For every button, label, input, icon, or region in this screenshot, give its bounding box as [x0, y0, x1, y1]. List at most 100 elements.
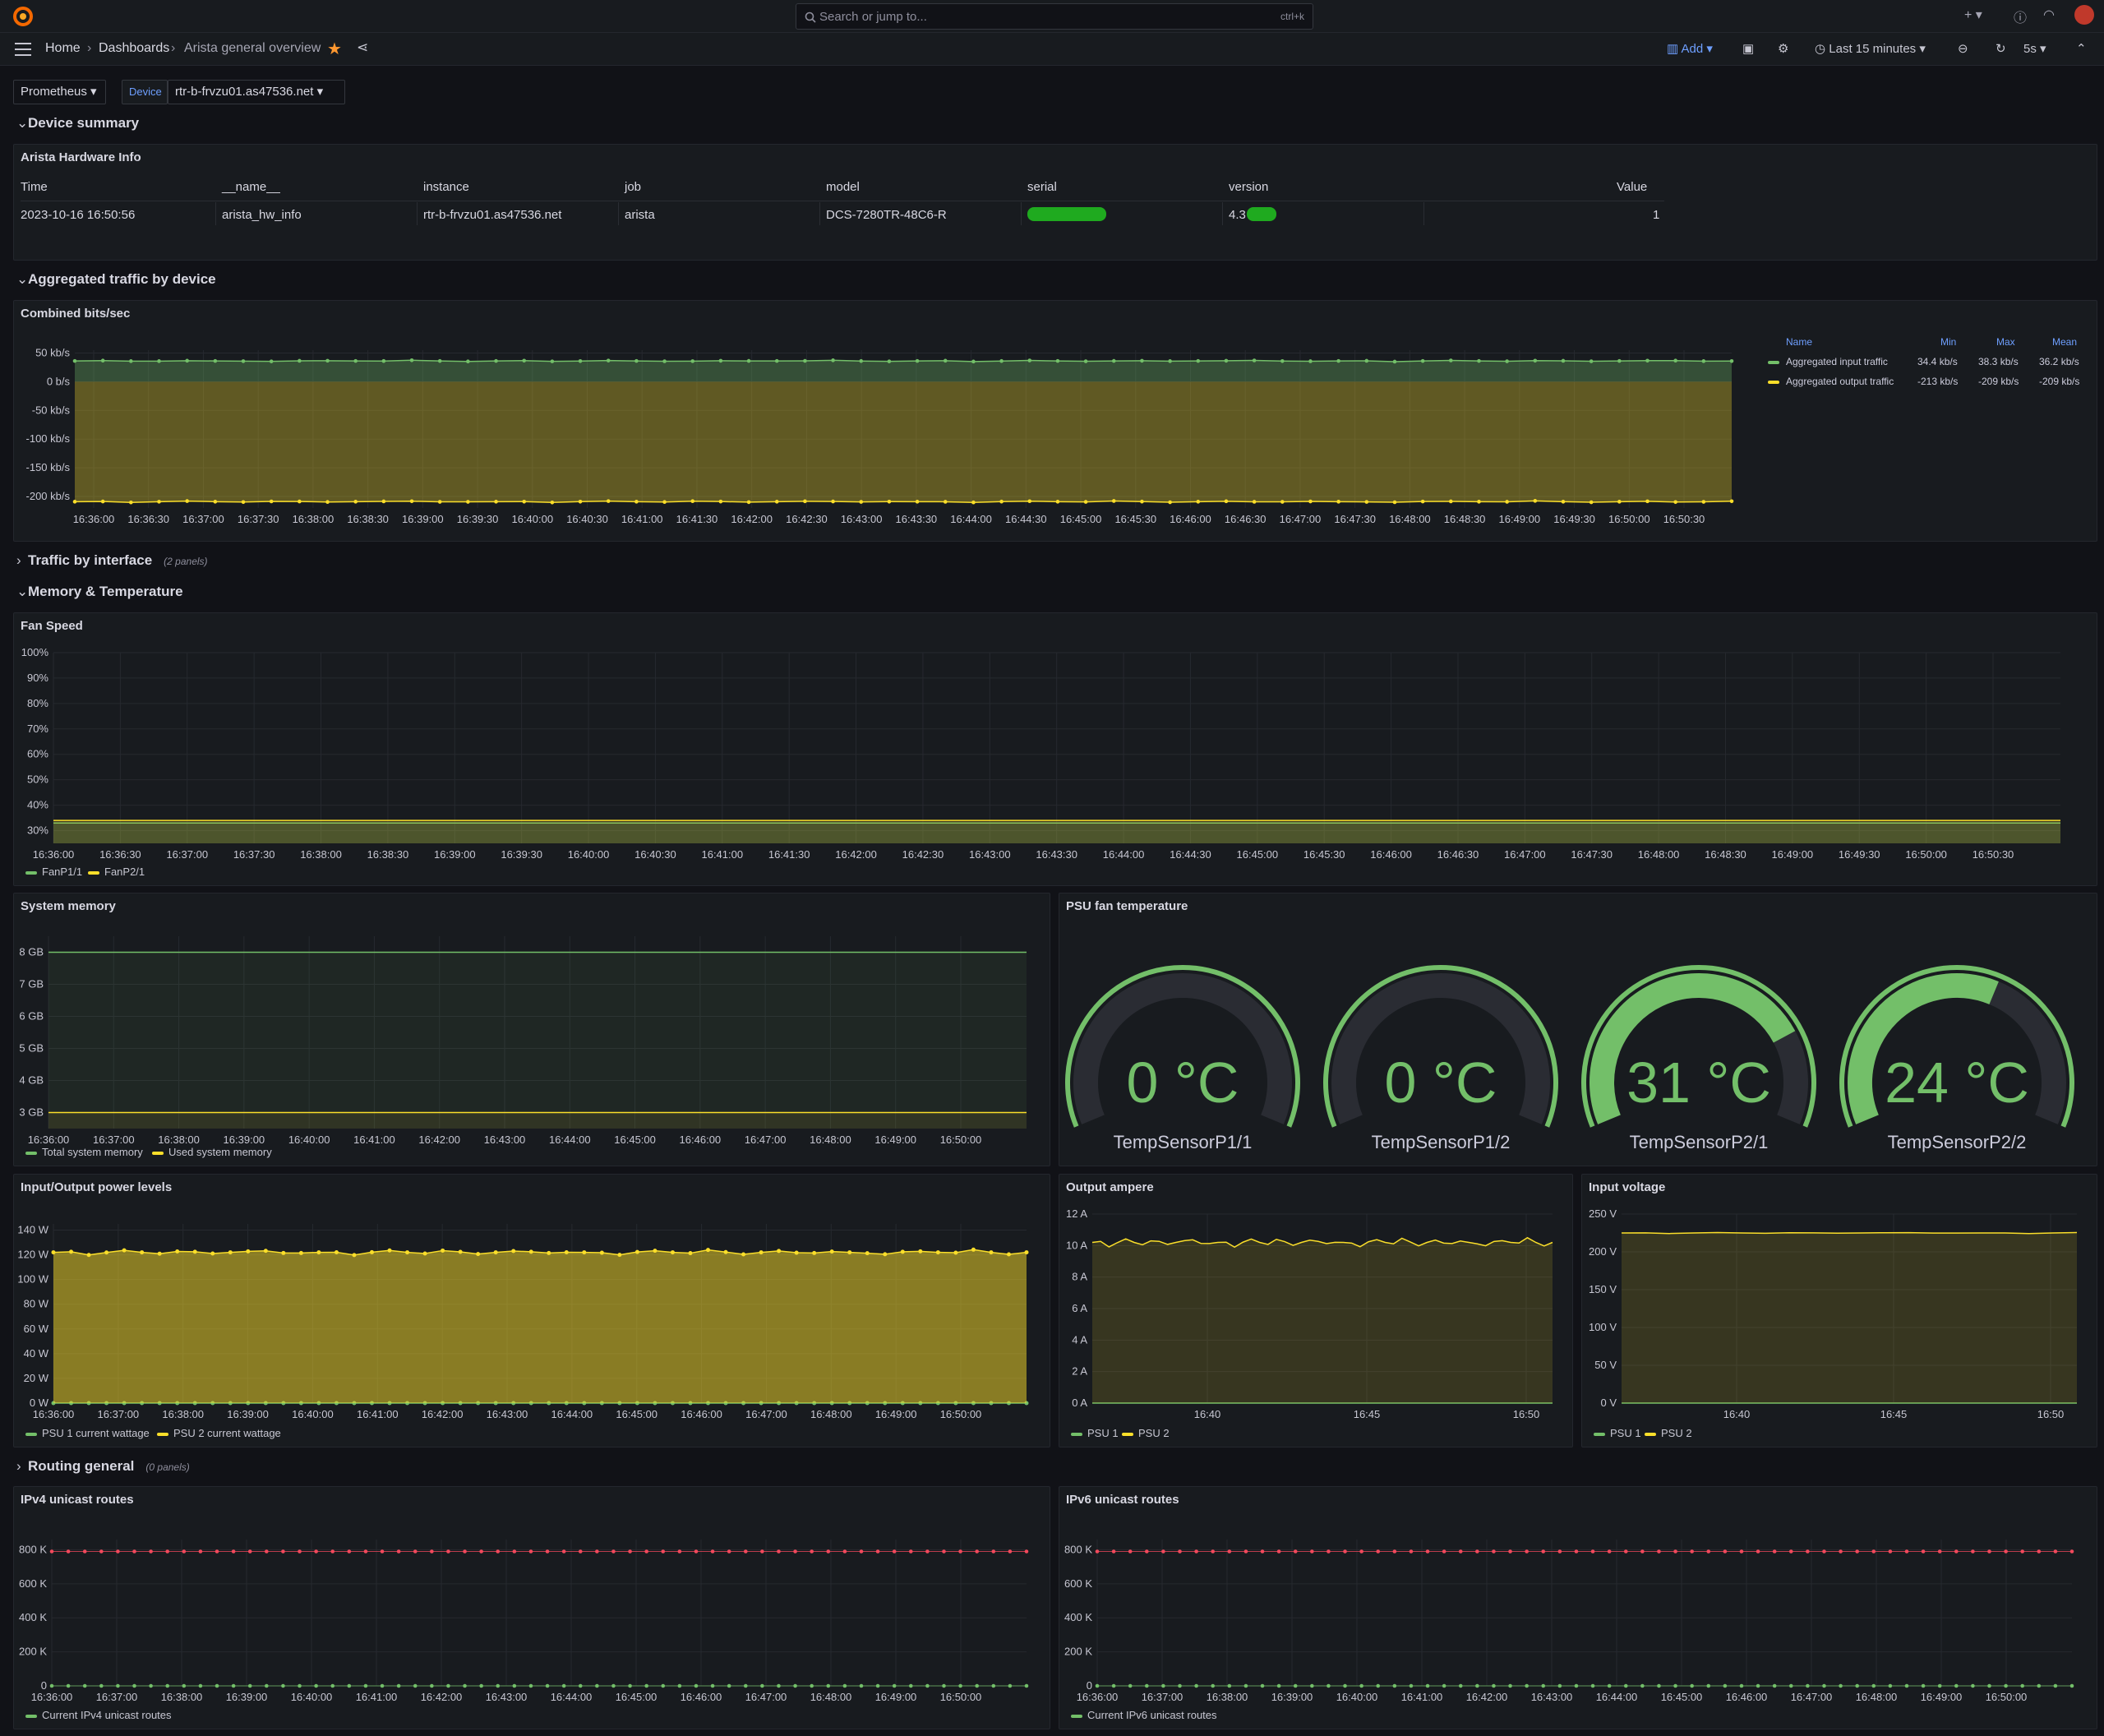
- row-traffic-by-interface[interactable]: › Traffic by interface (2 panels): [16, 552, 208, 569]
- legend-item[interactable]: Current IPv6 unicast routes: [1071, 1709, 1217, 1721]
- data-point: [925, 1549, 930, 1554]
- legend-item[interactable]: PSU 2: [1645, 1427, 1692, 1439]
- x-tick-label: 16:42:00: [835, 848, 877, 861]
- data-point: [547, 1250, 551, 1255]
- data-point: [710, 1549, 715, 1554]
- add-panel-button[interactable]: ▥ Add ▾: [1667, 39, 1713, 59]
- x-tick-label: 16:47:00: [1791, 1691, 1833, 1703]
- row-memory-temperature[interactable]: ⌄Memory & Temperature: [16, 584, 183, 600]
- y-tick-label: 100 V: [1589, 1321, 1617, 1333]
- data-point: [1211, 1683, 1216, 1688]
- data-point: [1589, 500, 1594, 505]
- legend-item[interactable]: PSU 1: [1594, 1427, 1641, 1439]
- legend-item[interactable]: FanP2/1: [88, 866, 145, 878]
- breadcrumb-home[interactable]: Home: [45, 41, 81, 56]
- x-tick-label: 16:50:00: [940, 1133, 982, 1146]
- x-tick-label: 16:37:00: [98, 1408, 140, 1420]
- x-tick-label: 16:41:00: [353, 1133, 395, 1146]
- legend-item[interactable]: PSU 2: [1122, 1427, 1170, 1439]
- y-tick-label: 90%: [27, 672, 48, 684]
- data-point: [1442, 1683, 1446, 1688]
- data-point: [1420, 358, 1425, 363]
- data-point: [760, 1683, 764, 1688]
- data-point: [1541, 1683, 1546, 1688]
- legend-item[interactable]: PSU 1: [1071, 1427, 1119, 1439]
- data-point: [887, 499, 892, 504]
- x-tick-label: 16:49:00: [1499, 513, 1541, 525]
- help-icon[interactable]: ⓘ: [2014, 7, 2027, 26]
- data-point: [1904, 1549, 1909, 1554]
- share-icon[interactable]: ⋖: [357, 39, 368, 56]
- y-tick-label: 120 W: [17, 1249, 48, 1261]
- data-point: [1739, 1549, 1744, 1554]
- data-point: [606, 499, 611, 503]
- datasource-picker[interactable]: Prometheus ▾: [13, 80, 106, 104]
- row-routing-general[interactable]: › Routing general (0 panels): [16, 1458, 190, 1475]
- x-tick-label: 16:37:00: [93, 1133, 135, 1146]
- settings-gear-icon[interactable]: ⚙: [1778, 39, 1788, 59]
- new-plus-icon[interactable]: + ▾: [1964, 7, 1982, 23]
- data-point: [241, 500, 246, 505]
- x-tick-label: 16:37:00: [182, 513, 224, 525]
- breadcrumb-separator-icon: ›: [87, 41, 92, 55]
- search-input[interactable]: Search or jump to... ctrl+k: [796, 3, 1313, 30]
- data-point: [1194, 1683, 1198, 1688]
- x-tick-label: 16:41:30: [676, 513, 718, 525]
- data-point: [892, 1549, 897, 1554]
- refresh-icon[interactable]: ↻: [1996, 39, 2006, 59]
- data-point: [774, 358, 779, 363]
- row-device-summary[interactable]: ⌄Device summary: [16, 115, 139, 132]
- data-point: [1921, 1683, 1926, 1688]
- device-variable-select[interactable]: rtr-b-frvzu01.as47536.net ▾: [168, 80, 345, 104]
- legend-item[interactable]: PSU 2 current wattage: [157, 1427, 281, 1439]
- x-tick-label: 16:43:30: [1036, 848, 1077, 861]
- refresh-interval-picker[interactable]: 5s ▾: [2023, 39, 2046, 59]
- y-tick-label: 60%: [27, 748, 48, 760]
- data-point: [1673, 500, 1677, 505]
- data-point: [1224, 358, 1229, 363]
- user-avatar[interactable]: [2074, 5, 2094, 25]
- star-favorite-icon[interactable]: ★: [327, 39, 342, 59]
- x-tick-label: 16:47:00: [745, 1691, 787, 1703]
- legend-item[interactable]: FanP1/1: [25, 866, 82, 878]
- data-point: [1336, 500, 1340, 504]
- y-tick-label: 250 V: [1589, 1207, 1617, 1220]
- legend-item[interactable]: Total system memory: [25, 1146, 143, 1158]
- y-tick-label: 80%: [27, 697, 48, 709]
- x-tick-label: 16:43:00: [484, 1133, 526, 1146]
- data-point: [496, 1549, 501, 1554]
- legend-min: -213 kb/s: [1917, 376, 1959, 387]
- data-point: [430, 1683, 434, 1688]
- data-point: [247, 1683, 252, 1688]
- data-point: [1706, 1549, 1711, 1554]
- x-tick-label: 16:45:00: [1237, 848, 1279, 861]
- y-tick-label: 30%: [27, 824, 48, 837]
- data-point: [1607, 1683, 1612, 1688]
- breadcrumb-dashboards[interactable]: Dashboards: [99, 41, 169, 56]
- data-point: [564, 1249, 569, 1254]
- data-point: [777, 1683, 781, 1688]
- legend-item[interactable]: PSU 1 current wattage: [25, 1427, 150, 1439]
- row-aggregated-traffic[interactable]: ⌄Aggregated traffic by device: [16, 271, 216, 288]
- grafana-logo-icon[interactable]: [12, 5, 35, 28]
- collapse-chevron-icon[interactable]: ⌃: [2076, 39, 2087, 59]
- data-point: [634, 500, 639, 504]
- data-point: [265, 1549, 269, 1554]
- x-tick-label: 16:48:30: [1444, 513, 1486, 525]
- gauge-label: TempSensorP2/2: [1887, 1132, 2027, 1152]
- x-tick-label: 16:40:00: [292, 1408, 334, 1420]
- menu-hamburger-icon[interactable]: [15, 43, 31, 56]
- table-header-6: version: [1229, 180, 1269, 194]
- data-point: [49, 1549, 54, 1554]
- time-picker-button[interactable]: ◷ Last 15 minutes ▾: [1815, 39, 1926, 59]
- news-rss-icon[interactable]: ◠: [2043, 7, 2055, 23]
- data-point: [86, 1253, 91, 1258]
- data-point: [430, 1549, 434, 1554]
- legend-item[interactable]: Current IPv4 unicast routes: [25, 1709, 172, 1721]
- data-point: [116, 1683, 120, 1688]
- data-point: [859, 1683, 864, 1688]
- table-column-divider: [819, 202, 820, 225]
- legend-item[interactable]: Used system memory: [152, 1146, 272, 1158]
- zoom-out-icon[interactable]: ⊖: [1958, 39, 1968, 59]
- save-dashboard-icon[interactable]: ▣: [1742, 39, 1754, 59]
